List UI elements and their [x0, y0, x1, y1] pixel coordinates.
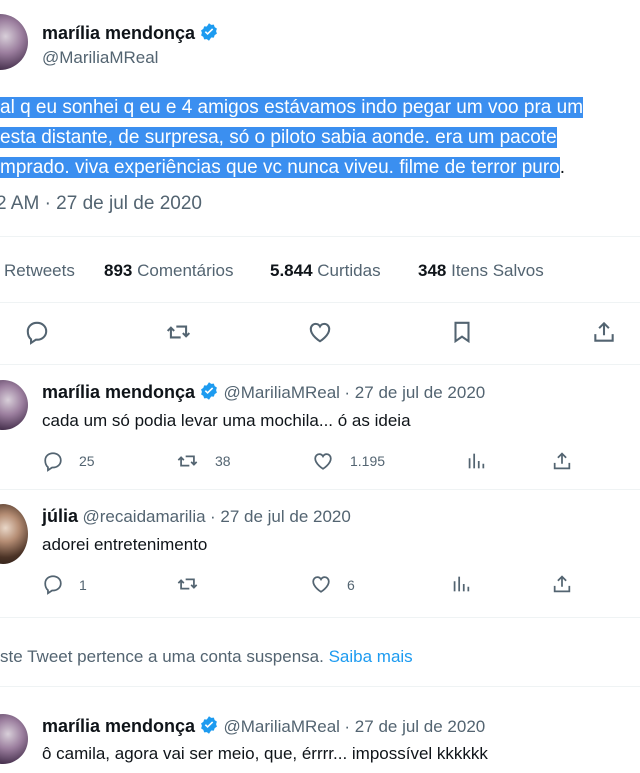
reply-count: 1 — [79, 577, 87, 593]
like-icon[interactable] — [312, 450, 334, 472]
like-icon[interactable] — [310, 573, 332, 595]
views-icon[interactable] — [450, 573, 472, 595]
verified-badge-icon — [199, 381, 219, 401]
avatar[interactable] — [0, 14, 28, 70]
suspended-notice: ste Tweet pertence a uma conta suspensa.… — [0, 647, 413, 667]
tweet-text-period: . — [559, 157, 566, 178]
divider — [0, 686, 640, 687]
author-handle[interactable]: @MariliaMReal — [224, 383, 340, 402]
author-name[interactable]: marília mendonça — [42, 22, 219, 44]
share-icon[interactable] — [591, 319, 617, 345]
stat-likes[interactable]: 5.844 Curtidas — [270, 261, 381, 281]
verified-badge-icon — [199, 715, 219, 735]
avatar[interactable] — [0, 504, 28, 564]
author-handle[interactable]: @recaidamarilia — [82, 507, 205, 526]
tweet-text-line: esta distante, de surpresa, só o piloto … — [0, 127, 557, 148]
bookmark-icon[interactable] — [449, 319, 475, 345]
reply-count: 25 — [79, 453, 95, 469]
divider — [0, 489, 640, 490]
share-icon[interactable] — [551, 450, 573, 472]
suspended-text: ste Tweet pertence a uma conta suspensa. — [0, 647, 324, 666]
tweet-text: al q eu sonhei q eu e 4 amigos estávamos… — [0, 93, 640, 183]
author-name[interactable]: júlia — [42, 506, 78, 526]
like-icon[interactable] — [307, 319, 333, 345]
reply-header: júlia @recaidamarilia · 27 de jul de 202… — [42, 506, 351, 527]
author-name[interactable]: marília mendonça — [42, 716, 195, 736]
reply-date[interactable]: · 27 de jul de 2020 — [344, 383, 485, 402]
reply-icon[interactable] — [24, 319, 50, 345]
author-name[interactable]: marília mendonça — [42, 382, 195, 402]
reply-header: marília mendonça @MariliaMReal · 27 de j… — [42, 715, 485, 737]
like-count: 1.195 — [350, 453, 386, 469]
author-handle[interactable]: @MariliaMReal — [224, 717, 340, 736]
tweet-text-line: al q eu sonhei q eu e 4 amigos estávamos… — [0, 97, 584, 118]
retweet-icon[interactable] — [165, 319, 192, 345]
retweet-count: 38 — [215, 453, 231, 469]
retweet-icon[interactable] — [176, 573, 199, 595]
divider — [0, 236, 640, 237]
avatar[interactable] — [0, 714, 28, 764]
reply-icon[interactable] — [42, 450, 64, 472]
reply-icon[interactable] — [42, 573, 64, 595]
reply-date[interactable]: · 27 de jul de 2020 — [210, 507, 351, 526]
reply-text: ô camila, agora vai ser meio, que, érrrr… — [42, 744, 488, 763]
divider — [0, 617, 640, 618]
stat-bookmarks[interactable]: 348 Itens Salvos — [418, 261, 544, 281]
avatar[interactable] — [0, 380, 28, 430]
verified-badge-icon — [199, 22, 219, 42]
tweet-timestamp[interactable]: 2 AM · 27 de jul de 2020 — [0, 193, 202, 215]
like-count: 6 — [347, 577, 355, 593]
tweet-text-line: mprado. viva experiências que vc nunca v… — [0, 157, 560, 178]
reply-header: marília mendonça @MariliaMReal · 27 de j… — [42, 381, 485, 403]
author-handle[interactable]: @MariliaMReal — [42, 48, 158, 68]
retweet-icon[interactable] — [176, 450, 199, 472]
stat-comments[interactable]: 893 Comentários — [104, 261, 233, 281]
learn-more-link[interactable]: Saiba mais — [329, 647, 413, 666]
share-icon[interactable] — [551, 573, 573, 595]
reply-text: cada um só podia levar uma mochila... ó … — [42, 411, 411, 430]
reply-text: adorei entretenimento — [42, 535, 208, 554]
divider — [0, 302, 640, 303]
divider — [0, 364, 640, 365]
reply-date[interactable]: · 27 de jul de 2020 — [344, 717, 485, 736]
views-icon[interactable] — [465, 450, 487, 472]
stat-retweets[interactable]: Retweets — [4, 261, 75, 281]
